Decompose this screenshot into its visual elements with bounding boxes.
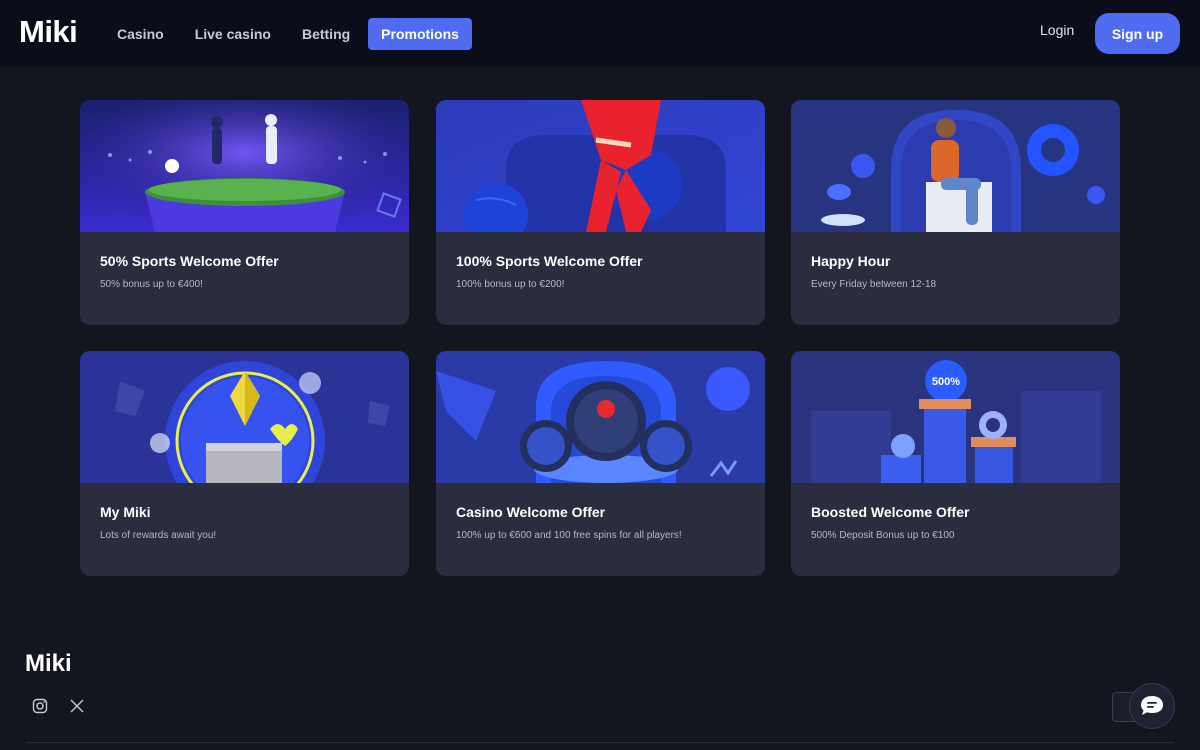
signup-button[interactable]: Sign up bbox=[1095, 13, 1180, 54]
promo-subtitle: 100% up to €600 and 100 free spins for a… bbox=[456, 530, 682, 541]
boost-badge-text: 500% bbox=[932, 376, 960, 388]
promo-image-football-player bbox=[436, 100, 765, 232]
promo-subtitle: 100% bonus up to €200! bbox=[456, 279, 565, 290]
promo-card-happy-hour[interactable]: Happy Hour Every Friday between 12-18 bbox=[791, 100, 1120, 325]
promo-image-rewards bbox=[80, 351, 409, 483]
nav-live-casino[interactable]: Live casino bbox=[182, 18, 284, 50]
login-link[interactable]: Login bbox=[1040, 22, 1074, 38]
miki-logo[interactable]: Miki bbox=[19, 14, 78, 50]
promo-image-woman-sitting bbox=[791, 100, 1120, 232]
nav-promotions[interactable]: Promotions bbox=[368, 18, 472, 50]
promo-title: Happy Hour bbox=[811, 253, 891, 269]
promo-card-my-miki[interactable]: My Miki Lots of rewards await you! bbox=[80, 351, 409, 576]
promo-image-football bbox=[80, 100, 409, 232]
promo-subtitle: Every Friday between 12-18 bbox=[811, 279, 937, 290]
promo-subtitle: Lots of rewards await you! bbox=[100, 530, 217, 541]
top-navigation-bar: Miki Casino Live casino Betting Promotio… bbox=[0, 0, 1200, 66]
promo-subtitle: 50% bonus up to €400! bbox=[100, 279, 203, 290]
promo-title: My Miki bbox=[100, 504, 151, 520]
promo-card-sports-100[interactable]: 100% Sports Welcome Offer 100% bonus up … bbox=[436, 100, 765, 325]
promo-title: Casino Welcome Offer bbox=[456, 504, 606, 520]
promo-title: Boosted Welcome Offer bbox=[811, 504, 970, 520]
promo-image-slot-reels bbox=[436, 351, 765, 483]
promo-card-casino-welcome[interactable]: Casino Welcome Offer 100% up to €600 and… bbox=[436, 351, 765, 576]
instagram-icon[interactable] bbox=[31, 697, 49, 715]
nav-betting[interactable]: Betting bbox=[289, 18, 363, 50]
footer-divider bbox=[26, 742, 1174, 743]
chat-icon bbox=[1141, 696, 1163, 715]
promo-card-boosted-welcome[interactable]: 500% Boosted Welcome Offer 500% Deposit … bbox=[791, 351, 1120, 576]
promo-card-sports-50[interactable]: 50% Sports Welcome Offer 50% bonus up to… bbox=[80, 100, 409, 325]
x-twitter-icon[interactable] bbox=[68, 697, 86, 715]
main-nav: Casino Live casino Betting Promotions bbox=[104, 18, 477, 50]
chat-button[interactable] bbox=[1129, 683, 1175, 729]
promo-subtitle: 500% Deposit Bonus up to €100 bbox=[811, 530, 955, 541]
promo-image-boost-pedestals: 500% bbox=[791, 351, 1120, 483]
promo-title: 50% Sports Welcome Offer bbox=[100, 253, 279, 269]
nav-casino[interactable]: Casino bbox=[104, 18, 177, 50]
footer-logo[interactable]: Miki bbox=[25, 650, 72, 678]
promo-title: 100% Sports Welcome Offer bbox=[456, 253, 643, 269]
